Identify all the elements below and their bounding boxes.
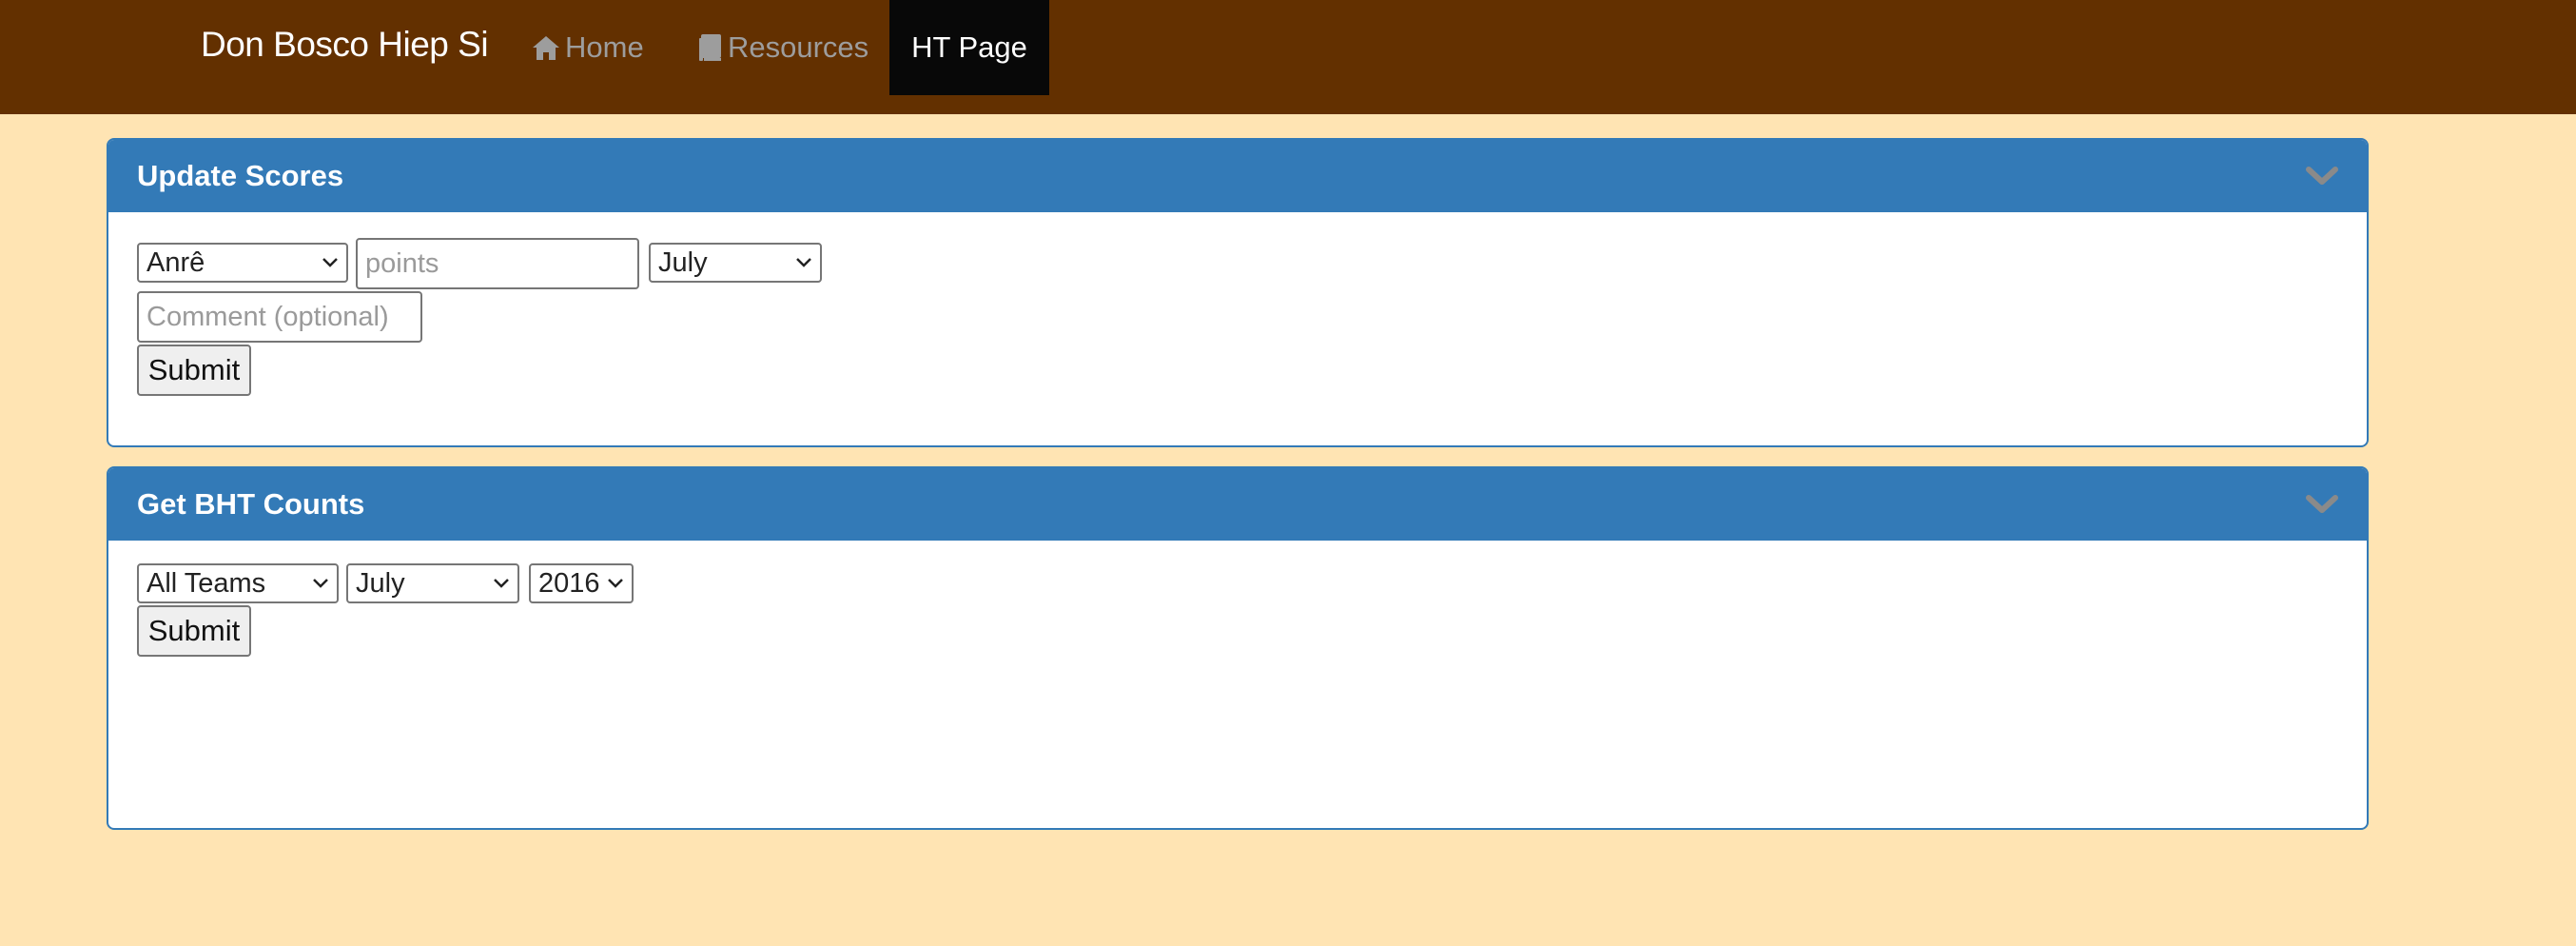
- nav-resources[interactable]: Resources: [698, 0, 868, 95]
- chevron-down-icon: [607, 578, 624, 589]
- bht-counts-heading[interactable]: Get BHT Counts: [108, 468, 2367, 541]
- chevron-down-icon: [312, 578, 329, 589]
- bht-counts-submit-button[interactable]: Submit: [137, 605, 251, 657]
- chevron-down-icon: [493, 578, 510, 589]
- nav-home[interactable]: Home: [532, 0, 644, 95]
- nav-ht-page-label: HT Page: [911, 30, 1027, 64]
- month-select-value: July: [658, 246, 708, 278]
- month-select[interactable]: July: [346, 563, 519, 603]
- team-select[interactable]: All Teams: [137, 563, 339, 603]
- home-icon: [532, 34, 560, 61]
- update-scores-title: Update Scores: [137, 159, 344, 192]
- brand-title[interactable]: Don Bosco Hiep Si: [201, 21, 489, 69]
- update-scores-panel: Update Scores Anrê points July Comment (…: [107, 138, 2369, 447]
- chevron-down-icon[interactable]: [2306, 165, 2338, 187]
- month-select-value: July: [356, 567, 405, 599]
- points-placeholder: points: [365, 247, 439, 279]
- bht-counts-title: Get BHT Counts: [137, 487, 365, 521]
- team-select-value: All Teams: [146, 567, 266, 599]
- chevron-down-icon: [322, 257, 339, 268]
- comment-placeholder: Comment (optional): [146, 301, 389, 332]
- points-input[interactable]: points: [356, 238, 639, 289]
- member-select[interactable]: Anrê: [137, 243, 348, 283]
- update-scores-submit-button[interactable]: Submit: [137, 345, 251, 396]
- update-scores-heading[interactable]: Update Scores: [108, 140, 2367, 212]
- top-navbar: Don Bosco Hiep Si Home Resources HT Page: [0, 0, 2576, 114]
- nav-ht-page[interactable]: HT Page: [889, 0, 1049, 95]
- comment-input[interactable]: Comment (optional): [137, 291, 422, 343]
- chevron-down-icon[interactable]: [2306, 493, 2338, 516]
- month-select[interactable]: July: [649, 243, 822, 283]
- year-select-value: 2016: [538, 567, 600, 599]
- nav-resources-label: Resources: [728, 30, 869, 64]
- book-icon: [698, 33, 723, 62]
- bht-counts-panel: Get BHT Counts All Teams July 2016 Submi: [107, 466, 2369, 830]
- member-select-value: Anrê: [146, 246, 205, 278]
- chevron-down-icon: [795, 257, 812, 268]
- nav-home-label: Home: [565, 30, 644, 64]
- year-select[interactable]: 2016: [529, 563, 634, 603]
